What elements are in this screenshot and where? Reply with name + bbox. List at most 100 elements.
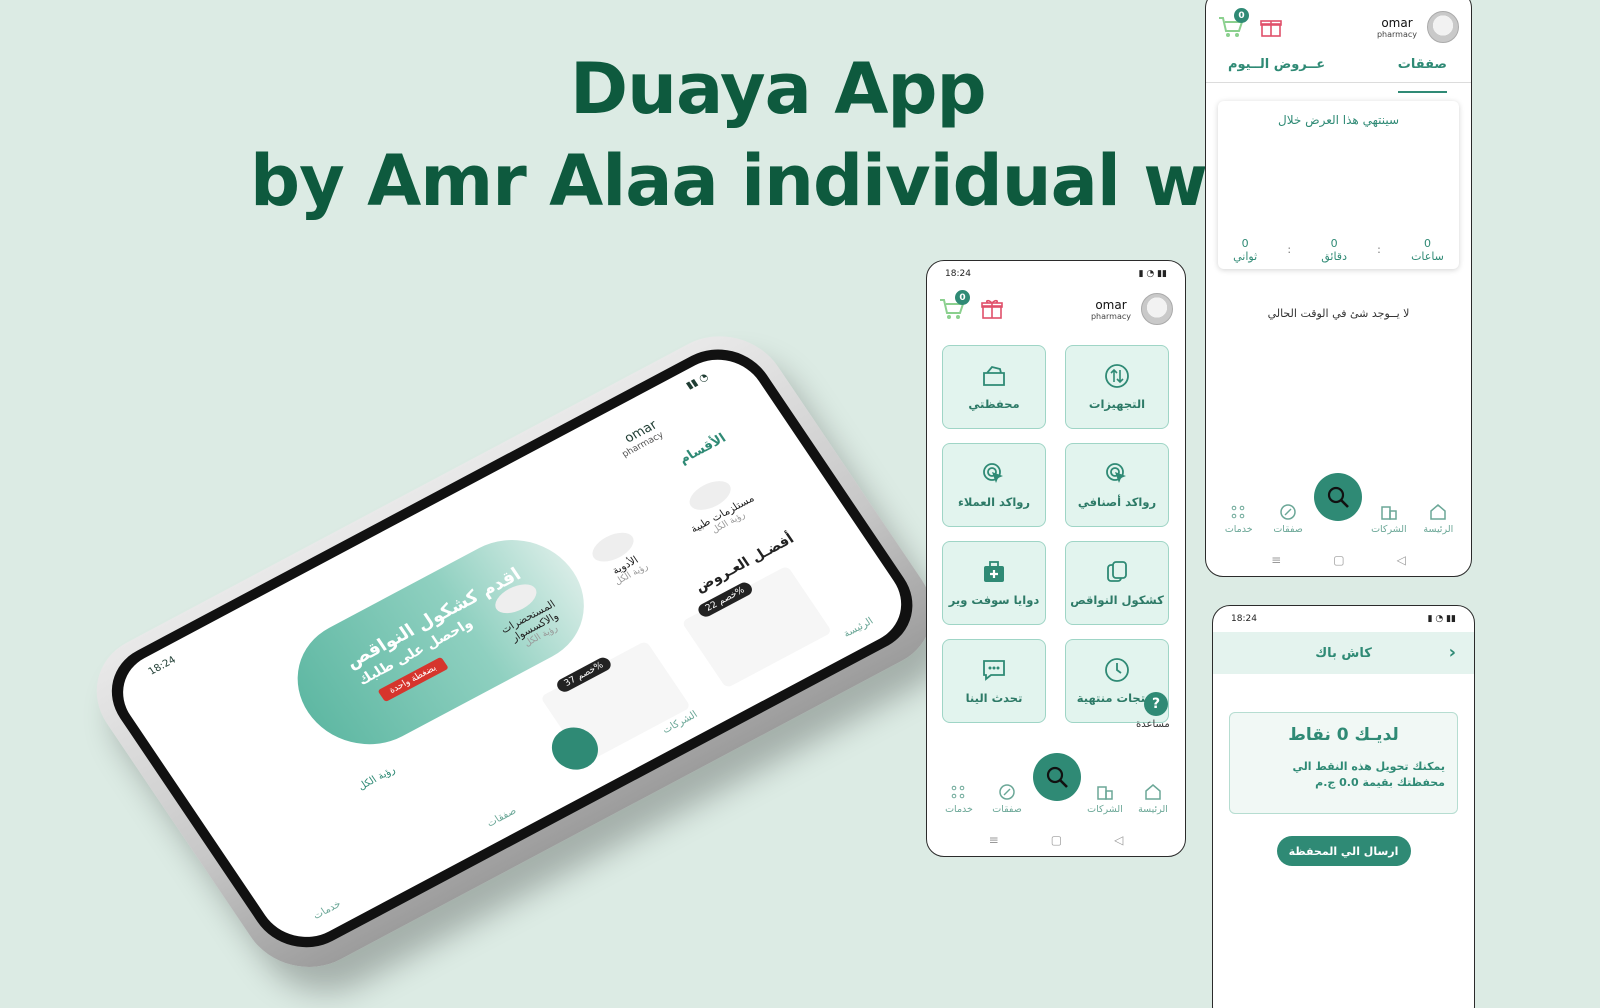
cashback-header: كاش باك › (1213, 632, 1474, 674)
countdown-separator: : (1377, 243, 1381, 256)
nav-label: صفقات (992, 804, 1022, 815)
deals-tabs: عــروض الــيوم صفقات (1206, 49, 1471, 93)
home-icon (1430, 504, 1447, 520)
menu-icon[interactable]: ≡ (989, 833, 999, 847)
transfer-icon (1105, 364, 1129, 388)
user-name: omar (1095, 297, 1127, 312)
help-label: مساعدة (1136, 719, 1170, 730)
home-icon (1145, 784, 1161, 800)
chevron-right-icon[interactable]: › (1449, 642, 1456, 663)
tile-label: التجهيزات (1088, 397, 1146, 411)
gift-icon[interactable] (1260, 16, 1282, 38)
cart-badge: 0 (955, 290, 970, 305)
status-icons: ▮▮ ◔ (684, 371, 711, 392)
nav-deals[interactable]: صفقات (1263, 503, 1312, 535)
sections-title: الأقسام (676, 431, 730, 468)
tile-wallet[interactable]: محفظتي (942, 345, 1046, 429)
grid-dots-icon (951, 785, 965, 799)
tile-equipment[interactable]: التجهيزات (1065, 345, 1169, 429)
nav-companies[interactable]: الشركات (1081, 783, 1129, 815)
wallet-icon (983, 365, 1005, 386)
avatar[interactable] (1427, 11, 1459, 43)
tile-label: كشكول النواقص (1070, 593, 1164, 607)
countdown-separator: : (1287, 243, 1292, 256)
back-icon[interactable]: ◁ (1114, 833, 1123, 847)
tile-contact-us[interactable]: تحدث الينا (942, 639, 1046, 723)
tab-today-offers[interactable]: عــروض الــيوم (1228, 57, 1325, 82)
home-square-icon[interactable]: ▢ (1333, 553, 1344, 567)
tab-deals[interactable]: صفقات (1397, 57, 1448, 93)
deals-screen: 0 omar pharmacy عــروض الــيوم صفقات سين… (1205, 0, 1472, 577)
status-icons: ▮ ◔ ▮▮ (1427, 614, 1456, 624)
tile-duaya-software[interactable]: دوايا سوفت وير (942, 541, 1046, 625)
notebook-icon (1107, 561, 1127, 582)
nav-deals[interactable]: صفقات (485, 806, 519, 830)
nav-label: الرئيسة (1423, 524, 1454, 535)
menu-icon[interactable]: ≡ (1271, 553, 1281, 567)
user-role: pharmacy (1376, 29, 1417, 39)
cashback-screen: 18:24 ▮ ◔ ▮▮ كاش باك › لديـك 0 نقاط يمكن… (1212, 605, 1475, 1008)
tile-label: تحدث الينا (965, 691, 1023, 705)
status-time: 18:24 (945, 269, 971, 279)
home-phone-mockup: 18:24 ▮▮ ◔ omar pharmacy اقدم كشكول النو… (72, 314, 968, 1005)
nav-label: خدمات (1224, 524, 1253, 535)
status-time: 18:24 (146, 654, 179, 678)
app-bar: 0 omar pharmacy (927, 287, 1185, 331)
gift-icon[interactable] (981, 298, 1003, 320)
points-title: لديـك 0 نقاط (1288, 725, 1399, 745)
nav-services[interactable]: خدمات (1214, 503, 1263, 535)
bottom-nav: الرئيسة الشركات صفقات خدمات (1206, 503, 1471, 535)
home-square-icon[interactable]: ▢ (1051, 833, 1062, 847)
offer-title: سينتهي هذا العرض خلال (1277, 113, 1400, 127)
cursor-click-icon (983, 463, 1003, 483)
countdown-value: 0 (1423, 237, 1431, 250)
cart-badge: 0 (1234, 8, 1249, 23)
send-to-wallet-button[interactable]: ارسال الي المحفظة (1276, 836, 1411, 866)
user-name: omar (1381, 15, 1413, 30)
nav-companies[interactable]: الشركات (1364, 503, 1413, 535)
medkit-icon (984, 561, 1004, 582)
user-block[interactable]: omar pharmacy (1377, 16, 1417, 39)
building-icon (1097, 786, 1113, 800)
countdown-minutes: 0 دقائق (1321, 237, 1347, 263)
empty-message: لا يــوجد شئ في الوقت الحالي (1267, 307, 1410, 320)
promo-banner[interactable]: اقدم كشكول النواقص واحصل على طلبك بضغطة … (271, 517, 610, 767)
status-bar: 18:24 ▮ ◔ ▮▮ (927, 261, 1185, 287)
cursor-click-icon (1106, 463, 1126, 483)
help-button[interactable]: ? (1144, 692, 1168, 716)
system-nav: ≡ ▢ ◁ (1206, 553, 1471, 567)
status-bar: 18:24 ▮ ◔ ▮▮ (1213, 606, 1474, 632)
cart-button[interactable]: 0 (939, 290, 970, 320)
countdown: 0 ساعات : 0 دقائق : 0 ثواني (1218, 237, 1459, 263)
nav-home[interactable]: الرئيسة (842, 616, 876, 640)
tile-my-stagnant[interactable]: رواكد أصنافي (1065, 443, 1169, 527)
view-all-link[interactable]: رؤية الكل (356, 765, 397, 793)
nav-deals[interactable]: صفقات (983, 783, 1031, 815)
back-icon[interactable]: ◁ (1397, 553, 1406, 567)
nav-services[interactable]: خدمات (311, 899, 343, 922)
tile-label: دوايا سوفت وير (948, 593, 1040, 607)
building-icon (1381, 506, 1397, 520)
nav-label: الشركات (1371, 524, 1407, 535)
chat-icon (983, 660, 1005, 681)
tile-shortages-notebook[interactable]: كشكول النواقص (1065, 541, 1169, 625)
clock-icon (1105, 658, 1129, 682)
discount-badge: خصم 37% (554, 655, 614, 695)
nav-home[interactable]: الرئيسة (1129, 783, 1177, 815)
avatar[interactable] (1141, 293, 1173, 325)
cart-button[interactable]: 0 (1218, 8, 1249, 38)
countdown-unit: ثواني (1233, 250, 1258, 263)
headline-line-2: by Amr Alaa individual work (250, 140, 1334, 222)
tile-label: محفظتي (968, 397, 1020, 411)
nav-label: صفقات (1273, 524, 1303, 535)
system-nav: ≡ ▢ ◁ (927, 833, 1185, 847)
nav-home[interactable]: الرئيسة (1414, 503, 1463, 535)
page-title: كاش باك (1315, 645, 1372, 661)
headline-line-1: Duaya App (570, 48, 987, 130)
category-item[interactable]: الأدوية رؤية الكل (567, 516, 681, 610)
nav-services[interactable]: خدمات (935, 783, 983, 815)
user-block[interactable]: omar pharmacy (1091, 298, 1131, 321)
tile-customer-stagnant[interactable]: رواكد العملاء (942, 443, 1046, 527)
countdown-unit: دقائق (1321, 250, 1347, 263)
app-bar: 0 omar pharmacy (1206, 5, 1471, 49)
